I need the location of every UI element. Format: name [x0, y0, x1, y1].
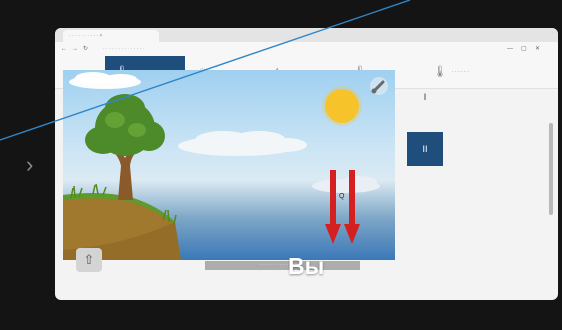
annotation-line — [0, 0, 411, 141]
